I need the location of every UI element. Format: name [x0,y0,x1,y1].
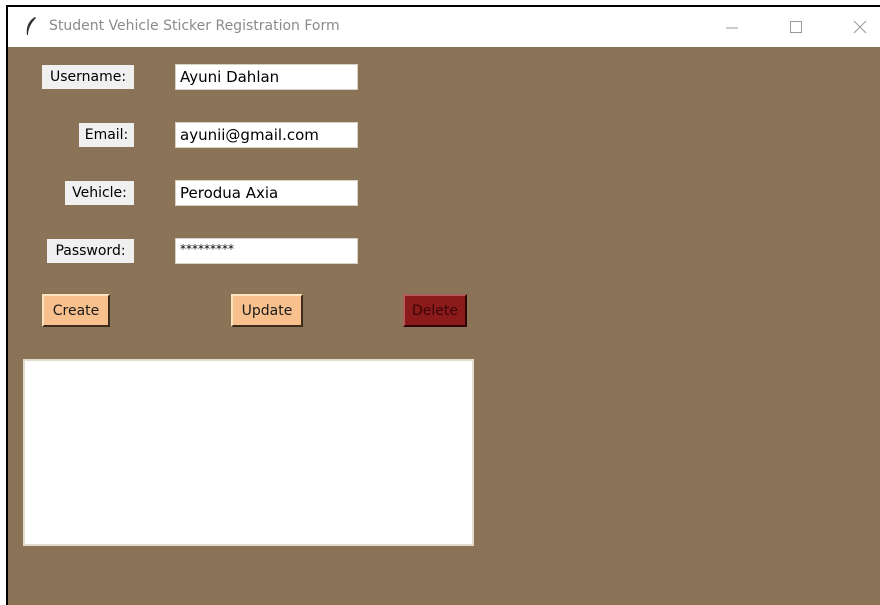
feather-icon [26,17,36,35]
records-listbox[interactable] [23,359,474,546]
create-button[interactable]: Create [42,294,110,327]
update-button[interactable]: Update [231,294,303,327]
password-label: Password: [47,239,134,263]
email-label: Email: [79,123,134,147]
title-bar: Student Vehicle Sticker Registration For… [8,7,880,47]
vehicle-label: Vehicle: [65,181,134,205]
maximize-button[interactable] [774,11,818,43]
form-area: Username: Ayuni Dahlan Email: ayunii@gma… [8,47,880,605]
close-icon [853,20,867,34]
maximize-icon [790,21,802,33]
minimize-icon [726,27,738,29]
username-field[interactable]: Ayuni Dahlan [175,64,358,90]
vehicle-field[interactable]: Perodua Axia [175,180,358,206]
app-window: Student Vehicle Sticker Registration For… [6,5,880,605]
close-button[interactable] [838,11,880,43]
window-title: Student Vehicle Sticker Registration For… [49,18,340,34]
minimize-button[interactable] [710,11,754,43]
username-label: Username: [42,65,134,89]
email-field[interactable]: ayunii@gmail.com [175,122,358,148]
delete-button[interactable]: Delete [403,294,467,327]
password-field[interactable]: ********* [175,238,358,264]
